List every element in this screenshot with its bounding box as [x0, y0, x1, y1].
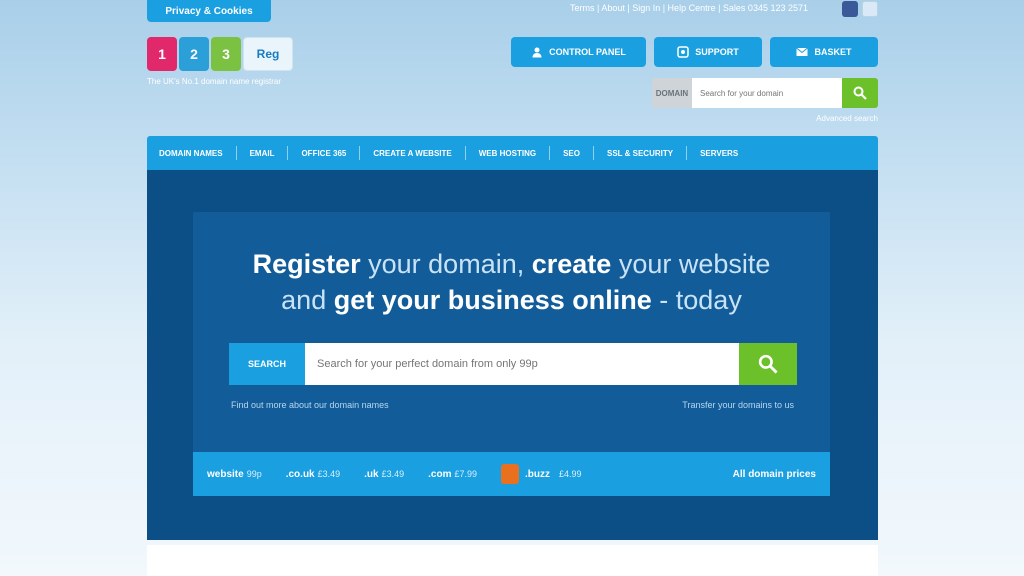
- transfer-domains-link[interactable]: Transfer your domains to us: [682, 400, 794, 410]
- nav-separator: [686, 146, 688, 160]
- logo-tagline: The UK's No.1 domain name registrar: [147, 77, 282, 86]
- nav-domain-names[interactable]: DOMAIN NAMES: [159, 149, 223, 158]
- nav-seo[interactable]: SEO: [563, 149, 580, 158]
- content-area: [147, 545, 878, 576]
- headline-get-online: get your business online: [333, 285, 652, 315]
- page-wrapper: Privacy & Cookies Terms | About | Sign I…: [147, 0, 878, 576]
- price-amount: £7.99: [454, 468, 478, 479]
- nav-web-hosting[interactable]: WEB HOSTING: [479, 149, 536, 158]
- facebook-icon[interactable]: [842, 1, 858, 17]
- domain-search-panel: Register your domain, create your websit…: [193, 212, 830, 452]
- hero-headline: Register your domain, create your websit…: [193, 246, 830, 318]
- nav-servers[interactable]: SERVERS: [700, 149, 738, 158]
- hero-banner: Register your domain, create your websit…: [147, 170, 878, 540]
- support-label: SUPPORT: [695, 47, 739, 57]
- price-tld: website: [207, 468, 244, 480]
- search-icon: [758, 354, 778, 374]
- nav-email[interactable]: EMAIL: [250, 149, 275, 158]
- account-buttons: CONTROL PANEL SUPPORT BASKET: [511, 37, 878, 67]
- headline-part3: and: [281, 285, 334, 315]
- price-amount: £4.99: [559, 469, 582, 479]
- nav-separator: [235, 146, 237, 160]
- headline-part4: - today: [651, 285, 742, 315]
- social-links: [842, 1, 878, 17]
- nav-separator: [464, 146, 466, 160]
- top-links[interactable]: Terms | About | Sign In | Help Centre | …: [570, 3, 808, 13]
- nav-separator: [592, 146, 594, 160]
- logo-block-reg: Reg: [243, 37, 293, 71]
- price-amount: £3.49: [317, 468, 341, 479]
- domain-search-button[interactable]: [739, 343, 797, 385]
- main-nav: DOMAIN NAMES EMAIL OFFICE 365 CREATE A W…: [147, 136, 878, 170]
- price-item[interactable]: .uk £3.49: [364, 469, 404, 480]
- price-tld: .co.uk: [285, 468, 315, 480]
- domain-info-link[interactable]: Find out more about our domain names: [231, 400, 389, 410]
- support-icon: [677, 46, 689, 58]
- nav-create-website[interactable]: CREATE A WEBSITE: [373, 149, 451, 158]
- price-tld: .uk: [364, 468, 379, 480]
- control-panel-button[interactable]: CONTROL PANEL: [511, 37, 646, 67]
- support-button[interactable]: SUPPORT: [654, 37, 762, 67]
- price-item[interactable]: .co.uk £3.49: [286, 469, 340, 480]
- header-search-label: DOMAIN: [652, 78, 692, 108]
- basket-button[interactable]: BASKET: [770, 37, 878, 67]
- logo-block-3: 3: [211, 37, 241, 71]
- envelope-icon: [796, 47, 809, 56]
- price-amount: 99p: [246, 468, 262, 479]
- headline-part2: your website: [611, 249, 771, 279]
- user-icon: [532, 47, 542, 58]
- domain-search-input[interactable]: [305, 343, 739, 385]
- headline-part1: your domain,: [360, 249, 532, 279]
- header-search-button[interactable]: [842, 78, 878, 108]
- price-amount: £3.49: [381, 468, 405, 479]
- headline-register: Register: [252, 249, 361, 279]
- headline-create: create: [531, 249, 612, 279]
- nav-separator: [359, 146, 361, 160]
- all-domain-prices-link[interactable]: All domain prices: [733, 469, 816, 480]
- domain-price-bar: website 99p .co.uk £3.49 .uk £3.49 .com £7.9…: [193, 452, 830, 496]
- price-tld: .com: [428, 468, 452, 480]
- site-logo[interactable]: 1 2 3 Reg: [147, 37, 293, 71]
- nav-separator: [287, 146, 289, 160]
- price-tld: .buzz: [525, 468, 551, 480]
- promo-badge-icon: [501, 464, 520, 484]
- control-panel-label: CONTROL PANEL: [549, 47, 626, 57]
- price-item-promo[interactable]: .buzz £4.99: [501, 464, 582, 484]
- advanced-search-link[interactable]: Advanced search: [816, 114, 878, 123]
- twitter-icon[interactable]: [862, 1, 878, 17]
- domain-search-label: SEARCH: [229, 343, 305, 385]
- search-icon: [853, 86, 867, 100]
- logo-block-1: 1: [147, 37, 177, 71]
- header-search-input[interactable]: [692, 78, 842, 108]
- privacy-cookies-button[interactable]: Privacy & Cookies: [147, 0, 271, 22]
- domain-search: SEARCH: [229, 343, 797, 385]
- price-item[interactable]: .com £7.99: [428, 469, 477, 480]
- basket-label: BASKET: [814, 47, 852, 57]
- price-item[interactable]: website 99p: [207, 469, 262, 480]
- logo-block-2: 2: [179, 37, 209, 71]
- header-search: DOMAIN: [652, 78, 878, 108]
- nav-office-365[interactable]: OFFICE 365: [301, 149, 346, 158]
- nav-ssl-security[interactable]: SSL & SECURITY: [607, 149, 673, 158]
- nav-separator: [549, 146, 551, 160]
